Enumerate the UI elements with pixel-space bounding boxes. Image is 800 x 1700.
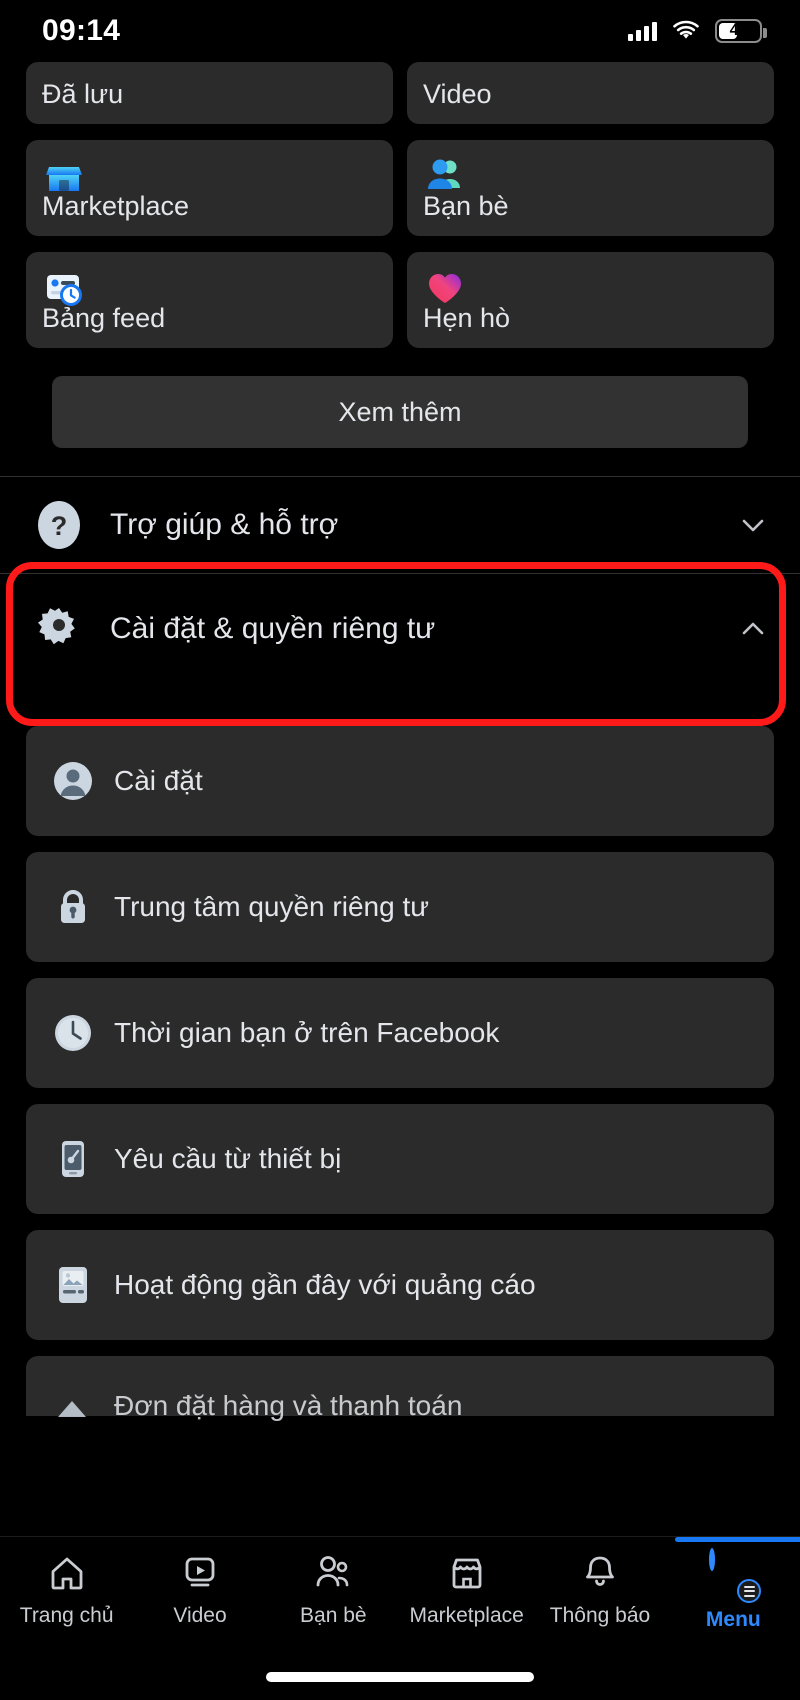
hamburger-badge-icon — [737, 1579, 762, 1603]
friends-people-icon — [428, 159, 460, 189]
tab-label: Bạn bè — [300, 1604, 367, 1627]
settings-item-label: Hoạt động gần đây với quảng cáo — [114, 1269, 536, 1300]
status-bar-indicators: 47 — [628, 19, 767, 43]
dating-heart-icon — [429, 274, 461, 303]
settings-item-privacy-center[interactable]: Trung tâm quyền riêng tư — [26, 852, 774, 962]
settings-submenu-list: Cài đặt Trung tâm quyền riêng tư Thời gi… — [0, 684, 800, 1421]
settings-item-label: Cài đặt — [114, 765, 203, 796]
wifi-icon — [673, 20, 699, 39]
settings-accordion-highlight-wrap: Cài đặt & quyền riêng tư — [0, 562, 800, 726]
tab-friends[interactable]: Bạn bè — [267, 1551, 400, 1649]
accordion-settings-label: Cài đặt & quyền riêng tư — [110, 612, 436, 645]
settings-item-recent-ad-activity[interactable]: Hoạt động gần đây với quảng cáo — [26, 1230, 774, 1340]
bell-notification-icon — [586, 1556, 614, 1586]
tab-video[interactable]: Video — [133, 1551, 266, 1649]
gear-icon — [38, 608, 75, 645]
settings-item-orders-and-payments[interactable]: Đơn đặt hàng và thanh toán — [26, 1356, 774, 1421]
friends-icon — [316, 1556, 349, 1587]
orders-payments-icon — [58, 1401, 86, 1417]
battery-icon: 47 — [715, 19, 767, 43]
svg-text:?: ? — [51, 511, 68, 541]
tab-marketplace[interactable]: Marketplace — [400, 1551, 533, 1649]
question-mark-icon: ? — [38, 501, 80, 549]
chevron-down-icon[interactable] — [740, 512, 766, 538]
marketplace-icon — [452, 1558, 482, 1589]
avatar — [709, 1548, 716, 1571]
tile-label: Hẹn hò — [423, 303, 511, 334]
settings-item-account-settings[interactable]: Cài đặt — [26, 726, 774, 836]
tile-label: Đã lưu — [42, 79, 124, 110]
tile-label: Bảng feed — [42, 303, 166, 334]
status-bar: 09:14 47 — [0, 0, 800, 62]
accordion-help-and-support[interactable]: ? Trợ giúp & hỗ trợ — [0, 477, 800, 573]
see-more-label: Xem thêm — [338, 396, 462, 427]
feeds-board-icon — [47, 275, 82, 306]
tab-label: Marketplace — [409, 1604, 524, 1627]
menu-scroll-area[interactable]: Đã lưu Video Marketplace Bạn bè Bảng fee… — [0, 62, 800, 1536]
settings-item-label: Thời gian bạn ở trên Facebook — [114, 1017, 500, 1048]
tile-feeds[interactable]: Bảng feed — [26, 252, 393, 348]
bottom-tab-bar: Trang chủ Video Bạn bè Marketplace Thông… — [0, 1536, 800, 1700]
tile-label: Video — [423, 79, 492, 110]
home-icon — [51, 1557, 83, 1590]
tab-menu[interactable]: Menu — [667, 1537, 800, 1649]
accordion-settings-and-privacy[interactable]: Cài đặt & quyền riêng tư — [0, 574, 800, 684]
facebook-menu-screen: 09:14 47 Đã lưu Video Marketplace Bạn bè… — [0, 0, 800, 1700]
battery-percent: 47 — [729, 22, 748, 39]
shortcut-tiles-section: Đã lưu Video Marketplace Bạn bè Bảng fee… — [0, 62, 800, 448]
lock-icon — [61, 890, 85, 923]
cellular-signal-icon — [628, 21, 657, 41]
tab-label: Menu — [705, 1608, 761, 1631]
settings-item-label: Yêu cầu từ thiết bị — [114, 1143, 342, 1174]
tab-label: Thông báo — [549, 1604, 651, 1627]
mobile-device-key-icon — [62, 1141, 84, 1177]
tile-friends[interactable]: Bạn bè — [407, 140, 774, 236]
clock-icon — [55, 1015, 91, 1051]
see-more-button[interactable]: Xem thêm — [52, 376, 748, 448]
profile-avatar-menu-icon — [709, 1548, 762, 1603]
shortcut-tiles-grid: Đã lưu Video Marketplace Bạn bè Bảng fee… — [26, 62, 774, 348]
settings-item-time-on-facebook[interactable]: Thời gian bạn ở trên Facebook — [26, 978, 774, 1088]
tile-video[interactable]: Video — [407, 62, 774, 124]
account-person-icon — [54, 762, 92, 800]
status-bar-time: 09:14 — [42, 14, 121, 47]
tile-dating[interactable]: Hẹn hò — [407, 252, 774, 348]
marketplace-storefront-icon — [46, 167, 82, 191]
settings-item-device-requests[interactable]: Yêu cầu từ thiết bị — [26, 1104, 774, 1214]
home-indicator — [266, 1672, 534, 1682]
settings-item-label: Đơn đặt hàng và thanh toán — [114, 1390, 463, 1421]
tab-notifications[interactable]: Thông báo — [533, 1551, 666, 1649]
tab-home[interactable]: Trang chủ — [0, 1551, 133, 1649]
tile-saved[interactable]: Đã lưu — [26, 62, 393, 124]
tile-marketplace[interactable]: Marketplace — [26, 140, 393, 236]
settings-item-label: Trung tâm quyền riêng tư — [114, 891, 429, 922]
tab-list: Trang chủ Video Bạn bè Marketplace Thông… — [0, 1537, 800, 1649]
accordion-help-label: Trợ giúp & hỗ trợ — [110, 508, 339, 541]
ad-activity-icon — [59, 1267, 87, 1303]
chevron-up-icon[interactable] — [740, 616, 766, 642]
tile-label: Bạn bè — [423, 191, 509, 222]
video-play-icon — [185, 1557, 215, 1587]
tab-label: Video — [173, 1604, 227, 1627]
tab-label: Trang chủ — [19, 1604, 114, 1627]
tile-label: Marketplace — [42, 191, 190, 222]
